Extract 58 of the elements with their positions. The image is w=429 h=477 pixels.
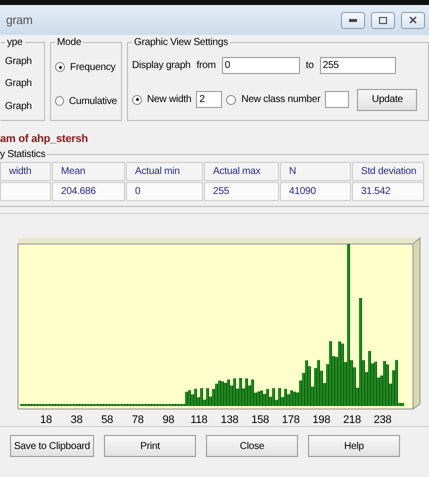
axis-tick-label: 138 (220, 414, 238, 426)
window-title: gram (6, 13, 33, 27)
group-title: y Statistics (0, 149, 46, 160)
axis-tick-label: 218 (343, 414, 361, 426)
axis-tick-label: 238 (374, 414, 392, 426)
maximize-icon (379, 16, 387, 24)
dialog-button[interactable]: Help (308, 435, 400, 457)
column-header: Actual min (126, 162, 203, 181)
group-title: ype (6, 37, 24, 48)
table-cell: 204.686 (52, 182, 125, 201)
radio-button[interactable] (226, 94, 236, 105)
to-field[interactable]: 255 (320, 57, 396, 74)
column-header: Std deviation (352, 162, 424, 181)
group-title: Mode (56, 37, 82, 48)
group-title: Graphic View Settings (133, 37, 229, 48)
axis-tick-label: 58 (101, 414, 114, 426)
radio-button[interactable] (55, 96, 64, 106)
column-header: N (280, 162, 351, 181)
number-field[interactable]: 2 (196, 91, 222, 108)
column-header: Actual max (204, 162, 279, 181)
axis-tick-label: 158 (251, 414, 270, 426)
axis-tick-label: 78 (132, 414, 144, 426)
radio-label: New class number (241, 94, 320, 106)
dialog-button[interactable]: Print (104, 435, 196, 457)
dialog-button[interactable]: Save to Clipboard (10, 435, 94, 457)
number-field[interactable] (325, 91, 350, 108)
axis-tick-label: 18 (40, 414, 52, 426)
radio-label: Frequency (70, 62, 116, 72)
histogram-heading: am of ahp_stersh (0, 132, 89, 147)
column-header: Mean (52, 162, 125, 181)
axis-tick-label: 118 (190, 414, 208, 426)
axis-tick-label: 198 (312, 414, 330, 426)
table-cell: 255 (204, 182, 279, 201)
graph-type-option[interactable]: Graph (5, 101, 40, 112)
close-button[interactable] (401, 12, 425, 28)
graph-type-option[interactable]: Graph (5, 78, 40, 90)
column-header: width (0, 162, 51, 181)
radio-label: New width (147, 94, 192, 106)
axis-tick-label: 98 (162, 414, 174, 426)
radio-button[interactable] (132, 94, 142, 105)
field-label: Display graph (132, 60, 191, 72)
table-cell: 41090 (280, 182, 351, 201)
field-label: to (306, 60, 314, 72)
update-button[interactable]: Update (357, 88, 418, 111)
from-field[interactable]: 0 (222, 57, 300, 74)
axis-tick-label: 178 (282, 414, 300, 426)
table-cell: 0 (126, 182, 203, 201)
graph-type-option[interactable]: Graph (5, 56, 40, 67)
maximize-button[interactable] (371, 12, 395, 28)
dialog-button[interactable]: Close (206, 435, 298, 457)
radio-button[interactable] (55, 62, 65, 72)
close-icon (409, 16, 417, 24)
axis-tick-label: 38 (70, 414, 83, 426)
minimize-icon (349, 18, 357, 22)
table-cell: 31.542 (352, 182, 424, 201)
minimize-button[interactable] (341, 12, 365, 28)
field-label: from (196, 60, 216, 72)
radio-label: Cumulative (68, 96, 117, 106)
